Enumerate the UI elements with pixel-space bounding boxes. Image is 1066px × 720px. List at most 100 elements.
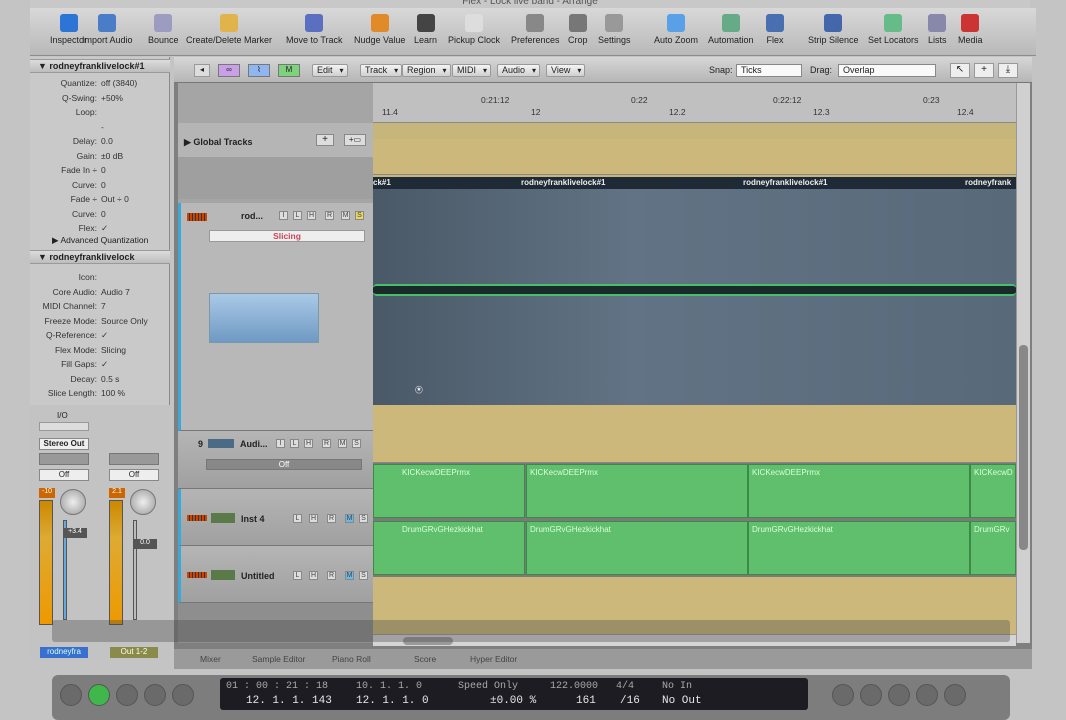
lane-untitled[interactable]: DrumGRvGHezkickhat DrumGRvGHezkickhat Dr… bbox=[373, 520, 1016, 577]
midi-region[interactable]: DrumGRvGHezkickhat bbox=[748, 521, 970, 575]
track-header-inst4[interactable]: Inst 4 L H R M S bbox=[178, 489, 373, 546]
param-row[interactable]: Core Audio: Audio 7 bbox=[30, 285, 170, 299]
menu-view[interactable]: View bbox=[546, 64, 586, 77]
tab-piano-roll[interactable]: Piano Roll bbox=[332, 654, 371, 664]
param-row[interactable]: Decay: 0.5 s bbox=[30, 372, 170, 386]
param-row[interactable]: Gain: ±0 dB bbox=[30, 149, 170, 163]
track-name[interactable]: Untitled bbox=[241, 571, 275, 581]
param-value[interactable]: off (3840) bbox=[101, 76, 137, 90]
track-mute-button[interactable]: M bbox=[345, 571, 354, 580]
track-params-header[interactable]: ▼ rodneyfranklivelock bbox=[30, 250, 170, 264]
fader-value-2[interactable]: 0.0 bbox=[133, 539, 157, 549]
region-params-header[interactable]: ▼ rodneyfranklivelock#1 bbox=[30, 59, 170, 73]
solo-mode-button[interactable] bbox=[916, 684, 938, 706]
param-row[interactable]: Flex Mode: Slicing bbox=[30, 343, 170, 357]
param-row[interactable]: Fill Gaps: ✓ bbox=[30, 357, 170, 371]
track-lock-button[interactable]: L bbox=[293, 211, 302, 220]
param-row[interactable]: - bbox=[30, 120, 170, 134]
param-row[interactable]: Q-Reference: ✓ bbox=[30, 328, 170, 342]
param-value[interactable]: ±0 dB bbox=[101, 149, 123, 163]
midi-region[interactable]: DrumGRv bbox=[970, 521, 1016, 575]
param-row[interactable]: Quantize: off (3840) bbox=[30, 76, 170, 90]
tab-sample-editor[interactable]: Sample Editor bbox=[252, 654, 305, 664]
lane-audio-flex[interactable]: ck#1 rodneyfranklivelock#1 rodneyfrankli… bbox=[373, 177, 1016, 405]
replace-button[interactable] bbox=[888, 684, 910, 706]
menu-midi[interactable]: MIDI bbox=[452, 64, 491, 77]
fader-value-1[interactable]: +3.4 bbox=[63, 528, 87, 538]
toolbar-pickup-clock-button[interactable]: Pickup Clock bbox=[448, 14, 500, 45]
param-row[interactable]: Curve: 0 bbox=[30, 178, 170, 192]
output-slot[interactable]: Stereo Out bbox=[39, 438, 89, 450]
param-value[interactable]: Out ÷ 0 bbox=[101, 192, 129, 206]
tab-score[interactable]: Score bbox=[414, 654, 436, 664]
channel-name-2[interactable]: Out 1-2 bbox=[110, 647, 158, 658]
track-header-audio-9[interactable]: 9 Audi... I L H R M S Off bbox=[178, 431, 373, 489]
param-row[interactable]: Icon: bbox=[30, 270, 170, 284]
track-freeze-button[interactable]: I bbox=[276, 439, 285, 448]
lane-inst4[interactable]: KICKecwDEEPrmx KICKecwDEEPrmx KICKecwDEE… bbox=[373, 463, 1016, 520]
track-name[interactable]: Audi... bbox=[240, 439, 268, 449]
bar-ruler[interactable]: 11.4 12 12.2 12.3 12.4 0:21:12 0:22 0:22:12 0:23 bbox=[373, 83, 1016, 123]
track-solo-button[interactable]: S bbox=[359, 514, 368, 523]
automation-mode-1[interactable]: Off bbox=[39, 469, 89, 481]
track-mute-button[interactable]: M bbox=[341, 211, 350, 220]
toolbar-import-audio-button[interactable]: Import Audio bbox=[82, 14, 133, 45]
param-value[interactable]: ✓ bbox=[101, 221, 108, 235]
param-value[interactable]: Slicing bbox=[101, 343, 126, 357]
play-button[interactable] bbox=[88, 684, 110, 706]
track-lock-button[interactable]: L bbox=[293, 571, 302, 580]
midi-out-button[interactable]: M bbox=[278, 64, 300, 77]
track-icon-waveform[interactable] bbox=[209, 293, 319, 343]
audio-region-label[interactable]: rodneyfrank bbox=[965, 178, 1011, 187]
audio-region-label[interactable]: rodneyfranklivelock#1 bbox=[743, 178, 827, 187]
track-solo-button[interactable]: S bbox=[352, 439, 361, 448]
automation-mode-2[interactable]: Off bbox=[109, 469, 159, 481]
track-solo-button[interactable]: S bbox=[355, 211, 364, 220]
param-value[interactable]: +50% bbox=[101, 91, 123, 105]
param-row[interactable]: Flex: ✓ bbox=[30, 221, 170, 235]
param-value[interactable]: - bbox=[101, 120, 104, 134]
menu-region[interactable]: Region bbox=[402, 64, 451, 77]
add-track-button[interactable]: + bbox=[316, 134, 334, 146]
toolbar-set-locators-button[interactable]: Set Locators bbox=[868, 14, 919, 45]
audio-region-body[interactable] bbox=[373, 189, 1016, 405]
toolbar-marker-button[interactable]: Create/Delete Marker bbox=[186, 14, 272, 45]
pointer-tool-icon[interactable]: ↖ bbox=[950, 63, 970, 78]
param-value[interactable]: 0 bbox=[101, 178, 106, 192]
sync-button[interactable] bbox=[944, 684, 966, 706]
audio-region-label[interactable]: rodneyfranklivelock#1 bbox=[521, 178, 605, 187]
midi-region[interactable]: KICKecwD bbox=[970, 464, 1016, 518]
track-record-button[interactable]: R bbox=[325, 211, 334, 220]
param-value[interactable]: 0 bbox=[101, 163, 106, 177]
track-mute-button[interactable]: M bbox=[345, 514, 354, 523]
snap-select[interactable]: Ticks bbox=[736, 64, 802, 77]
peak-display-1[interactable]: -10 bbox=[39, 488, 55, 498]
drag-select[interactable]: Overlap bbox=[838, 64, 936, 77]
param-value[interactable]: 0.0 bbox=[101, 134, 113, 148]
audio-region-label[interactable]: ck#1 bbox=[373, 178, 391, 187]
track-lanes[interactable]: ck#1 rodneyfranklivelock#1 rodneyfrankli… bbox=[373, 123, 1016, 643]
lane-audio-9[interactable] bbox=[373, 405, 1016, 463]
param-row[interactable]: Fade ÷ Out ÷ 0 bbox=[30, 192, 170, 206]
group-slot[interactable] bbox=[39, 453, 89, 465]
track-name[interactable]: Inst 4 bbox=[241, 514, 265, 524]
track-freeze-button[interactable]: I bbox=[279, 211, 288, 220]
toolbar-nudge-button[interactable]: Nudge Value bbox=[354, 14, 405, 45]
track-record-button[interactable]: R bbox=[327, 514, 336, 523]
alt-tool-icon[interactable]: ⤓ bbox=[998, 63, 1018, 78]
param-row[interactable]: Curve: 0 bbox=[30, 207, 170, 221]
toolbar-media-button[interactable]: Media bbox=[958, 14, 983, 45]
track-input-button[interactable]: H bbox=[309, 514, 318, 523]
pan-knob-1[interactable] bbox=[60, 489, 86, 515]
toolbar-move-to-track-button[interactable]: Move to Track bbox=[286, 14, 343, 45]
midi-region[interactable]: DrumGRvGHezkickhat bbox=[373, 521, 525, 575]
toolbar-auto-zoom-button[interactable]: Auto Zoom bbox=[654, 14, 698, 45]
flex-mode-menu[interactable]: Slicing bbox=[209, 230, 365, 242]
param-value[interactable]: 7 bbox=[101, 299, 106, 313]
midi-region[interactable]: KICKecwDEEPrmx bbox=[373, 464, 525, 518]
toolbar-strip-silence-button[interactable]: Strip Silence bbox=[808, 14, 859, 45]
track-record-button[interactable]: R bbox=[327, 571, 336, 580]
tab-hyper-editor[interactable]: Hyper Editor bbox=[470, 654, 517, 664]
toolbar-automation-button[interactable]: Automation bbox=[708, 14, 754, 45]
track-record-button[interactable]: R bbox=[322, 439, 331, 448]
